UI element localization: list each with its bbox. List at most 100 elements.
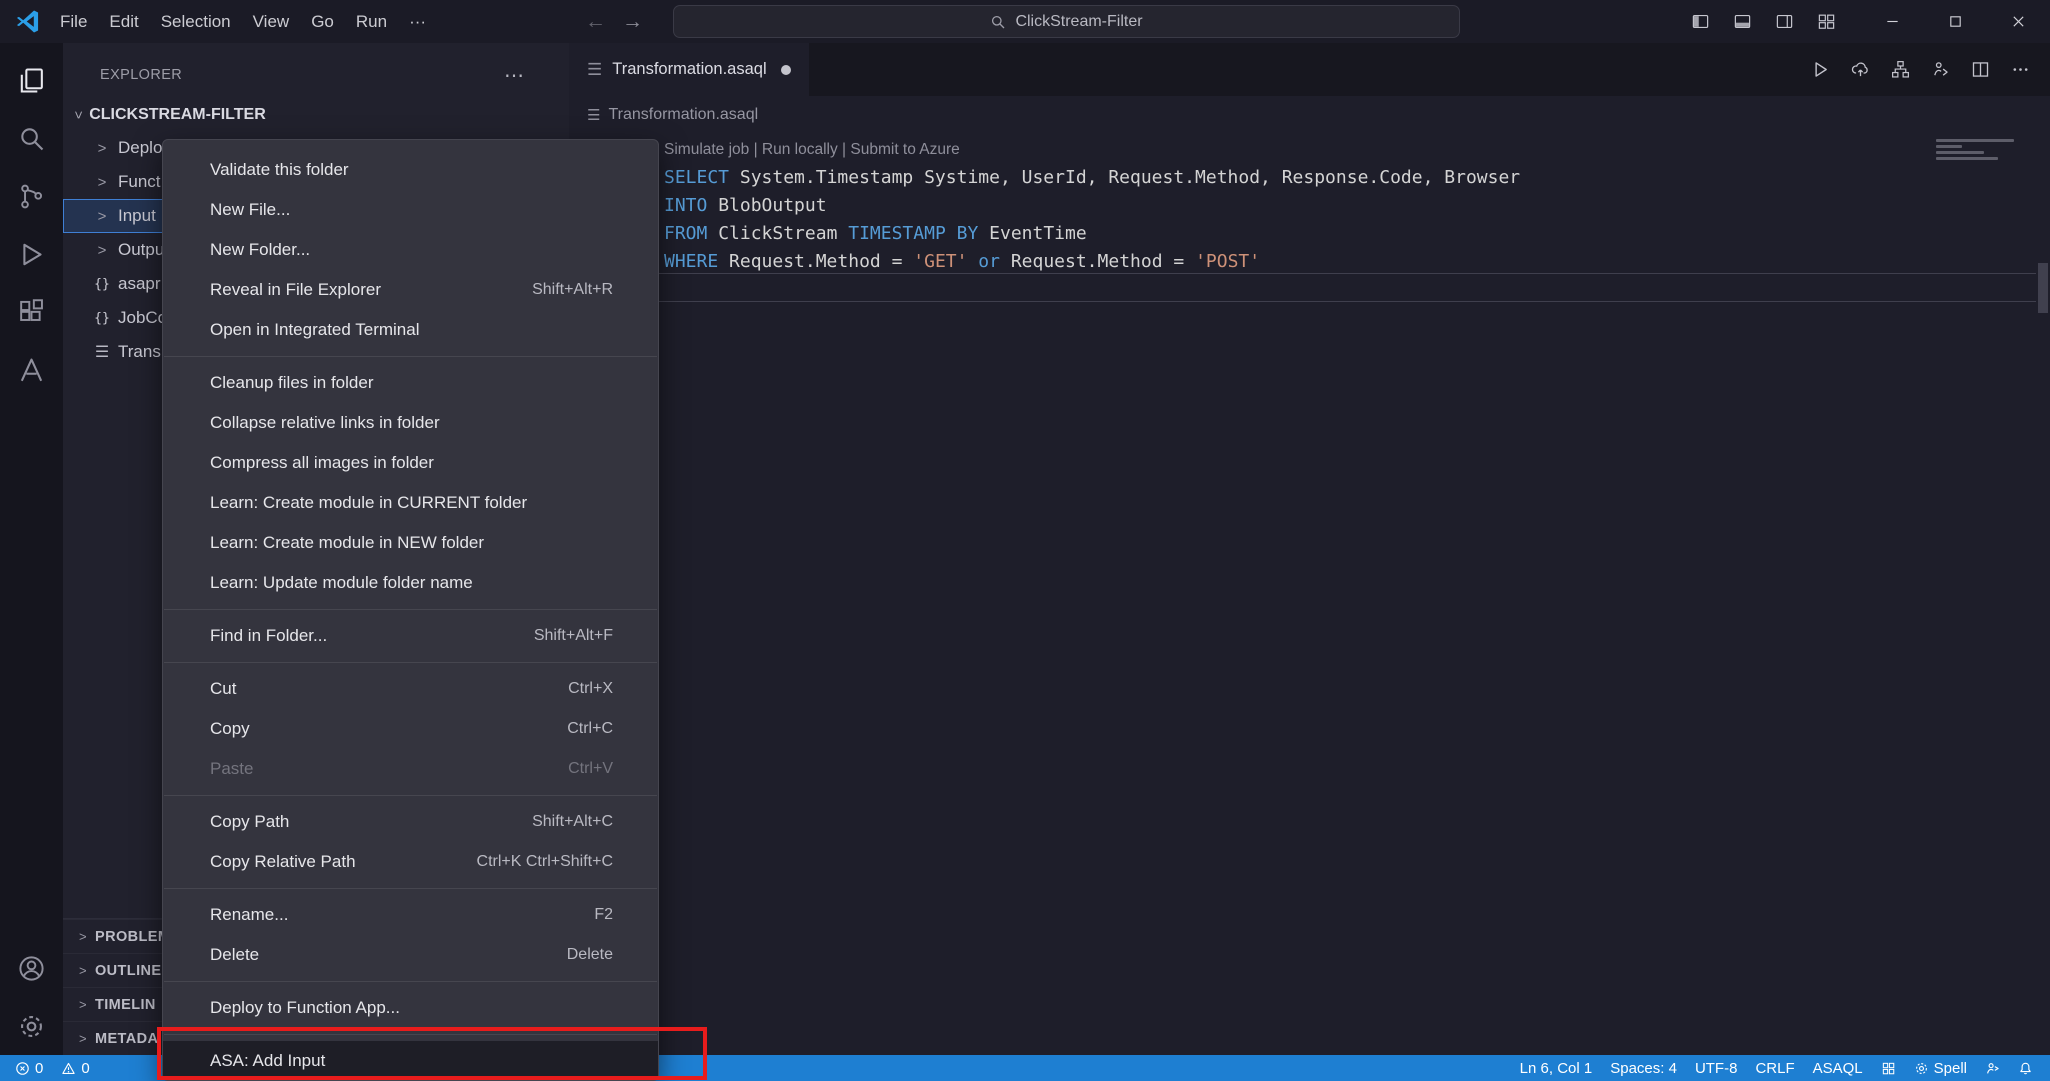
context-menu-item-1-1[interactable]: Collapse relative links in folder <box>163 403 658 443</box>
context-menu-item-0-4[interactable]: Open in Integrated Terminal <box>163 310 658 350</box>
menubar-item-2[interactable]: Selection <box>150 6 242 38</box>
context-menu-item-0-2[interactable]: New Folder... <box>163 230 658 270</box>
submit-to-cloud-icon[interactable] <box>1842 43 1878 96</box>
toggle-primary-sidebar-icon[interactable] <box>1679 0 1721 43</box>
context-menu-item-4-0[interactable]: Copy Path Shift+Alt+C <box>163 802 658 842</box>
minimize-button[interactable] <box>1861 0 1924 43</box>
maximize-button[interactable] <box>1924 0 1987 43</box>
context-menu-item-5-1[interactable]: Delete Delete <box>163 935 658 975</box>
menubar-item-4[interactable]: Go <box>300 6 345 38</box>
context-menu-item-0-0[interactable]: Validate this folder <box>163 150 658 190</box>
tab-transformation[interactable]: ☰ Transformation.asaql <box>569 43 809 96</box>
chevron-right-icon: > <box>79 997 87 1012</box>
code-token: WHERE <box>664 251 719 272</box>
vscode-window: File Edit Selection View Go Run ··· ← → ClickS… <box>0 0 2050 1081</box>
explorer-view-icon[interactable] <box>0 51 63 109</box>
code-line-0[interactable]: Simulate job | Run locally | Submit to A… <box>664 136 2050 164</box>
accounts-icon[interactable] <box>0 939 63 997</box>
code-token: ClickStream <box>707 223 849 244</box>
context-menu-item-label: Delete <box>210 945 260 964</box>
file-lines-icon: ☰ <box>94 344 110 361</box>
explorer-more-actions-icon[interactable]: ⋯ <box>504 63 525 88</box>
context-menu-item-1-0[interactable]: Cleanup files in folder <box>163 363 658 403</box>
navigate-back-icon[interactable]: ← <box>585 10 606 34</box>
scrollbar-thumb[interactable] <box>2038 263 2048 313</box>
job-diagram-icon[interactable] <box>1882 43 1918 96</box>
error-icon <box>15 1061 30 1076</box>
root-folder-label: CLICKSTREAM-FILTER <box>89 106 266 123</box>
tree-root-folder[interactable]: > CLICKSTREAM-FILTER <box>63 99 569 131</box>
command-center-search[interactable]: ClickStream-Filter <box>673 5 1460 38</box>
run-debug-view-icon[interactable] <box>0 225 63 283</box>
close-button[interactable] <box>1987 0 2050 43</box>
customize-layout-icon[interactable] <box>1805 0 1847 43</box>
extensions-view-icon[interactable] <box>0 283 63 341</box>
code-lines: Simulate job | Run locally | Submit to A… <box>569 133 2050 276</box>
menu-separator <box>164 609 657 610</box>
code-editor[interactable]: Simulate job | Run locally | Submit to A… <box>569 133 2050 1055</box>
eol-sequence[interactable]: CRLF <box>1746 1055 1803 1081</box>
navigate-forward-icon[interactable]: → <box>622 10 643 34</box>
container-tools[interactable] <box>1872 1055 1905 1081</box>
code-token: BY <box>956 223 979 244</box>
context-menu-item-label: Paste <box>210 759 254 778</box>
tree-item-label: asapr <box>118 274 161 293</box>
split-editor-icon[interactable] <box>1962 43 1998 96</box>
run-query-icon[interactable] <box>1802 43 1838 96</box>
context-menu-item-label: New Folder... <box>210 240 311 259</box>
encoding[interactable]: UTF-8 <box>1686 1055 1747 1081</box>
feedback[interactable] <box>1976 1055 2009 1081</box>
context-menu-item-0-1[interactable]: New File... <box>163 190 658 230</box>
errors-count[interactable]: 0 <box>6 1055 52 1081</box>
cursor-position[interactable]: Ln 6, Col 1 <box>1511 1055 1602 1081</box>
status-label: 0 <box>81 1059 90 1077</box>
live-share-icon[interactable] <box>1922 43 1958 96</box>
context-menu-item-5-0[interactable]: Rename... F2 <box>163 895 658 935</box>
context-menu-item-3-1[interactable]: Copy Ctrl+C <box>163 709 658 749</box>
context-menu-item-label: Cleanup files in folder <box>210 373 374 392</box>
more-actions-icon[interactable] <box>2002 43 2038 96</box>
context-menu-item-0-3[interactable]: Reveal in File Explorer Shift+Alt+R <box>163 270 658 310</box>
context-menu-item-1-4[interactable]: Learn: Create module in NEW folder <box>163 523 658 563</box>
context-menu-item-label: Rename... <box>210 905 289 924</box>
dirty-indicator[interactable] <box>780 64 791 75</box>
chevron-right-icon: > <box>97 139 107 157</box>
notifications[interactable] <box>2009 1055 2042 1081</box>
context-menu-item-1-5[interactable]: Learn: Update module folder name <box>163 563 658 603</box>
context-menu-item-7-0[interactable]: ASA: Add Input <box>163 1041 658 1080</box>
language-mode[interactable]: ASAQL <box>1804 1055 1872 1081</box>
context-menu-item-label: Learn: Create module in NEW folder <box>210 533 485 552</box>
source-control-view-icon[interactable] <box>0 167 63 225</box>
code-token: or <box>978 251 1000 272</box>
menubar-item-0[interactable]: File <box>49 6 98 38</box>
azure-stream-analytics-view-icon[interactable] <box>0 341 63 399</box>
indentation[interactable]: Spaces: 4 <box>1601 1055 1686 1081</box>
context-menu-item-4-1[interactable]: Copy Relative Path Ctrl+K Ctrl+Shift+C <box>163 842 658 882</box>
chevron-right-icon: > <box>97 241 107 259</box>
code-token: Request.Method = <box>999 251 1196 272</box>
context-menu-item-2-0[interactable]: Find in Folder... Shift+Alt+F <box>163 616 658 656</box>
context-menu-item-1-2[interactable]: Compress all images in folder <box>163 443 658 483</box>
menubar-item-6[interactable]: ··· <box>398 6 437 38</box>
warnings-count[interactable]: 0 <box>52 1055 98 1081</box>
menubar-item-5[interactable]: Run <box>345 6 398 38</box>
menubar-item-3[interactable]: View <box>242 6 301 38</box>
minimap[interactable] <box>1936 139 2026 163</box>
toggle-secondary-sidebar-icon[interactable] <box>1763 0 1805 43</box>
menubar-item-1[interactable]: Edit <box>98 6 149 38</box>
toggle-panel-icon[interactable] <box>1721 0 1763 43</box>
context-menu-item-1-3[interactable]: Learn: Create module in CURRENT folder <box>163 483 658 523</box>
settings-gear-icon[interactable] <box>0 997 63 1055</box>
breadcrumb[interactable]: ☰ Transformation.asaql <box>569 96 2050 133</box>
spell-checker[interactable]: Spell <box>1905 1055 1976 1081</box>
code-line-1: SELECT System.Timestamp Systime, UserId,… <box>664 164 2050 192</box>
context-menu-item-3-0[interactable]: Cut Ctrl+X <box>163 669 658 709</box>
context-menu-item-6-0[interactable]: Deploy to Function App... <box>163 988 658 1028</box>
context-menu-item-shortcut: Shift+Alt+C <box>532 813 613 830</box>
code-token: Simulate job | Run locally | Submit to A… <box>664 141 960 158</box>
search-view-icon[interactable] <box>0 109 63 167</box>
code-token: TIMESTAMP <box>848 223 946 244</box>
explorer-header: EXPLORER ⋯ <box>63 51 569 99</box>
menu-separator <box>164 356 657 357</box>
